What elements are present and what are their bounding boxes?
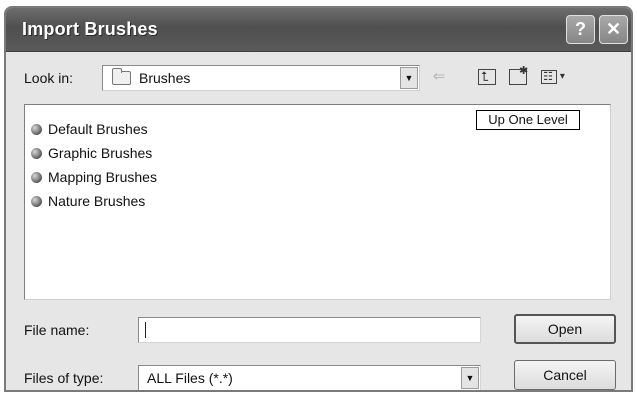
look-in-value: Brushes [139, 70, 191, 86]
list-item-label: Graphic Brushes [48, 145, 153, 161]
dialog-title: Import Brushes [22, 19, 158, 39]
up-one-level-icon[interactable]: ⮤ [476, 67, 498, 89]
open-button[interactable]: Open [514, 314, 616, 344]
brush-file-icon [31, 124, 42, 135]
brush-file-icon [31, 172, 42, 183]
up-one-level-tooltip: Up One Level [476, 110, 580, 130]
file-name-input[interactable] [138, 317, 481, 343]
new-folder-icon[interactable]: ✱ [504, 65, 532, 89]
file-list[interactable]: Default Brushes Graphic Brushes Mapping … [24, 104, 611, 300]
views-grid-glyph: ☷ [541, 70, 558, 85]
cancel-button[interactable]: Cancel [514, 360, 616, 390]
list-item[interactable]: Mapping Brushes [31, 167, 157, 187]
look-in-label: Look in: [24, 70, 74, 86]
files-of-type-value: ALL Files (*.*) [147, 370, 233, 386]
text-caret [145, 322, 146, 338]
list-item-label: Default Brushes [48, 121, 148, 137]
file-name-label: File name: [24, 322, 90, 338]
up-folder-glyph: ⮤ [478, 69, 496, 86]
close-button[interactable]: ✕ [599, 15, 628, 44]
list-item[interactable]: Graphic Brushes [31, 143, 152, 163]
chevron-down-icon[interactable]: ▼ [400, 67, 418, 89]
brush-file-icon [31, 196, 42, 207]
back-arrow-icon[interactable]: ⇐ [424, 67, 454, 89]
chevron-down-icon[interactable]: ▼ [461, 367, 479, 389]
views-menu-icon[interactable]: ☷ ▾ [536, 67, 570, 89]
help-button[interactable]: ? [566, 15, 595, 44]
list-item-label: Mapping Brushes [48, 169, 157, 185]
import-brushes-dialog: Import Brushes ? ✕ Look in: Brushes ▼ ⇐ … [4, 6, 633, 392]
files-of-type-dropdown[interactable]: ALL Files (*.*) ▼ [138, 365, 481, 390]
list-item-label: Nature Brushes [48, 193, 146, 209]
look-in-dropdown[interactable]: Brushes ▼ [102, 65, 420, 91]
list-item[interactable]: Nature Brushes [31, 191, 145, 211]
title-bar[interactable]: Import Brushes ? ✕ [6, 8, 631, 52]
folder-icon [112, 68, 131, 85]
list-item[interactable]: Default Brushes [31, 119, 148, 139]
brush-file-icon [31, 148, 42, 159]
files-of-type-label: Files of type: [24, 370, 104, 386]
new-folder-glyph: ✱ [509, 65, 528, 86]
